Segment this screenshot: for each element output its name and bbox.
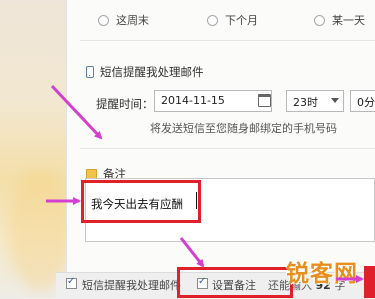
sms-reminder-checkbox[interactable]	[66, 276, 77, 289]
highlight-box-note	[81, 180, 201, 223]
highlight-box-set-note	[177, 267, 293, 298]
phone-icon	[86, 66, 94, 78]
sms-hint: 将发送短信至您随身邮绑定的手机号码	[150, 122, 337, 135]
radio-circle[interactable]	[98, 14, 109, 26]
sms-reminder-label: 短信提醒我处理邮件	[82, 279, 181, 292]
reminder-time-label: 提醒时间：	[96, 97, 154, 111]
highlight-box-corner	[364, 266, 375, 298]
radio-label: 下个月	[225, 14, 258, 27]
date-value: 2014-11-15	[161, 94, 225, 107]
radio-circle[interactable]	[314, 14, 325, 26]
hour-value: 23时	[293, 96, 318, 109]
minute-select[interactable]: 0分	[350, 90, 375, 112]
radio-label: 这周末	[116, 14, 149, 27]
radio-some-day[interactable]: 某一天	[314, 12, 365, 28]
divider	[80, 40, 375, 41]
radio-next-month[interactable]: 下个月	[207, 12, 258, 28]
radio-circle[interactable]	[207, 14, 218, 26]
radio-label: 某一天	[332, 14, 365, 27]
radio-this-weekend[interactable]: 这周末	[98, 12, 149, 28]
minute-value: 0分	[357, 96, 375, 109]
watermark-logo: 锐客网	[286, 261, 358, 287]
sms-section-header: 短信提醒我处理邮件	[86, 64, 204, 80]
sms-section-title: 短信提醒我处理邮件	[100, 65, 204, 79]
calendar-icon[interactable]	[258, 94, 271, 107]
chevron-down-icon[interactable]	[331, 98, 339, 103]
date-input[interactable]: 2014-11-15	[154, 90, 272, 112]
divider	[80, 148, 375, 149]
